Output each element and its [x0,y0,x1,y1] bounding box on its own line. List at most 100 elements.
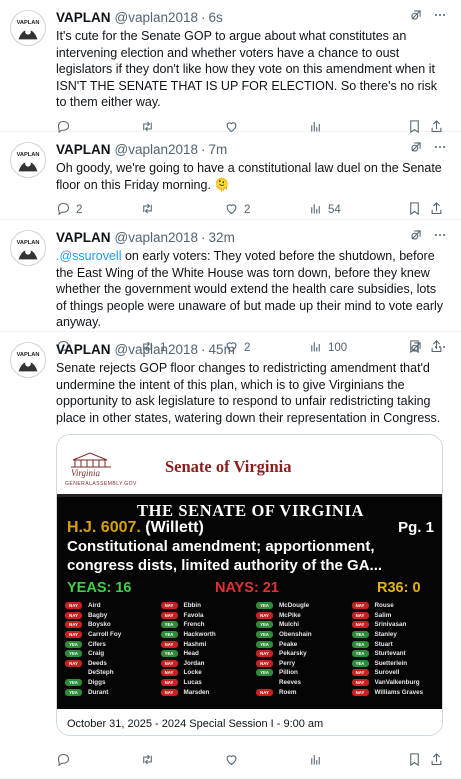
image-caption: October 31, 2025 - 2024 Special Session … [57,709,442,735]
vote-row: NAY Jordan [160,659,251,669]
yeas-total: YEAS: 16 [67,580,132,596]
vote-badge: NAY [160,659,178,667]
retweet-button[interactable] [140,201,224,219]
tweet-body: Oh goody, we're going to have a constitu… [56,160,449,193]
vote-grid: NAY Aird NAY Bagby NAY Boysko NAY Carroll Foy YE… [65,601,441,697]
senator-name: Stanley [374,631,397,639]
like-button[interactable] [224,752,308,770]
senator-name: Diggs [88,679,106,687]
vote-badge: YEA [256,631,273,639]
more-icon[interactable] [433,8,447,25]
vote-badge: YEA [256,602,273,610]
senator-name: French [183,621,205,629]
retweet-button[interactable] [140,752,224,770]
vote-badge: NAY [65,631,82,639]
tweet-text: It's cute for the Senate GOP to argue ab… [56,29,438,109]
senator-name: Roem [279,688,297,696]
bookmark-button[interactable] [407,752,429,770]
avatar[interactable]: VAPLAN [10,10,46,46]
senator-name: Sturtevant [374,650,406,658]
mention-link[interactable]: .@ssurovell [56,249,122,263]
timestamp[interactable]: 32m [209,230,235,245]
attached-image[interactable]: Virginia GENERALASSEMBLY.GOV Senate of V… [56,434,443,736]
bookmark-button[interactable] [407,201,429,219]
timestamp[interactable]: 7m [209,142,228,157]
vote-badge: NAY [256,659,273,667]
vote-row: YEA Sturtevant [351,649,442,659]
vote-row: YEA Cifers [65,639,155,649]
views-button[interactable] [308,752,388,770]
author-name[interactable]: VAPLAN [56,10,111,25]
views-button[interactable]: 54 [308,201,388,219]
reply-button[interactable]: 2 [56,201,140,219]
author-name[interactable]: VAPLAN [56,342,111,357]
timestamp[interactable]: 6s [209,10,223,25]
svg-text:VAPLAN: VAPLAN [17,352,40,358]
reply-button[interactable] [56,752,140,770]
vote-badge: NAY [351,688,369,696]
avatar[interactable]: VAPLAN [10,142,46,178]
grok-icon[interactable] [409,228,423,245]
senator-name: Williams Graves [374,688,424,696]
vote-badge: NAY [65,621,82,629]
vote-badge: YEA [160,621,178,629]
senator-name: Bagby [88,611,108,619]
vote-row: NAY Surovell [351,668,442,678]
like-button[interactable]: 2 [224,201,308,219]
share-button[interactable] [429,752,449,770]
grok-icon[interactable] [409,140,423,157]
more-icon[interactable] [433,340,447,357]
avatar[interactable]: VAPLAN [10,230,46,266]
vote-badge: YEA [65,650,82,658]
senator-name: Perry [279,659,296,667]
like-count: 2 [244,204,251,216]
senate-label: Senate of Virginia [165,457,292,476]
vote-badge: NAY [160,602,178,610]
vote-row: NAY Marsden [160,687,251,697]
vote-row: YEA Diggs [65,678,155,688]
author-handle[interactable]: @vaplan2018 [115,230,199,245]
senator-name: Srinivasan [374,621,407,629]
vote-badge: NAY [65,611,82,619]
author-name[interactable]: VAPLAN [56,142,111,157]
vote-badge: NAY [256,650,273,658]
author-name[interactable]: VAPLAN [56,230,111,245]
senator-name: Surovell [374,669,400,677]
vote-badge: NAY [160,679,178,687]
tweet[interactable]: VAPLAN VAPLAN @vaplan2018 · 7m Oh goody,… [0,132,461,220]
timestamp[interactable]: 45m [209,342,235,357]
vote-row: YEA Pillion [256,668,346,678]
vote-badge: YEA [351,640,369,648]
tweet[interactable]: VAPLAN VAPLAN @vaplan2018 · 45m Senate r… [0,332,461,779]
tweet[interactable]: VAPLAN VAPLAN @vaplan2018 · 6s It's cute… [0,0,461,133]
tweet-text: Oh goody, we're going to have a constitu… [56,161,442,192]
senator-name: Stuart [374,640,393,648]
tweet[interactable]: VAPLAN VAPLAN @vaplan2018 · 32m .@ssurov… [0,220,461,354]
svg-text:VAPLAN: VAPLAN [17,20,40,26]
vote-row: NAY Williams Graves [351,687,442,697]
author-handle[interactable]: @vaplan2018 [115,342,199,357]
views-icon [308,201,323,219]
tweet-body: Senate rejects GOP floor changes to redi… [56,360,449,426]
separator-dot: · [201,9,206,25]
vote-badge: NAY [160,688,178,696]
grok-icon[interactable] [409,8,423,25]
author-handle[interactable]: @vaplan2018 [115,142,199,157]
vote-board: THE SENATE OF VIRGINIA H.J. 6007. (Wille… [57,497,442,711]
avatar[interactable]: VAPLAN [10,342,46,378]
senator-name: Pekarsky [279,650,307,658]
senator-name: Obenshain [279,631,312,639]
more-icon[interactable] [433,140,447,157]
senator-name: Carroll Foy [88,631,122,639]
share-icon [429,201,444,219]
vote-badge-empty [65,669,82,676]
author-handle[interactable]: @vaplan2018 [115,10,199,25]
share-button[interactable] [429,201,449,219]
more-icon[interactable] [433,228,447,245]
image-header: Virginia GENERALASSEMBLY.GOV Senate of V… [57,435,442,497]
vote-row: YEA Suetterlein [351,659,442,669]
views-icon [308,752,323,770]
vote-row: YEA Head [160,649,251,659]
grok-icon[interactable] [409,340,423,357]
tweet-body: .@ssurovell on early voters: They voted … [56,248,449,331]
